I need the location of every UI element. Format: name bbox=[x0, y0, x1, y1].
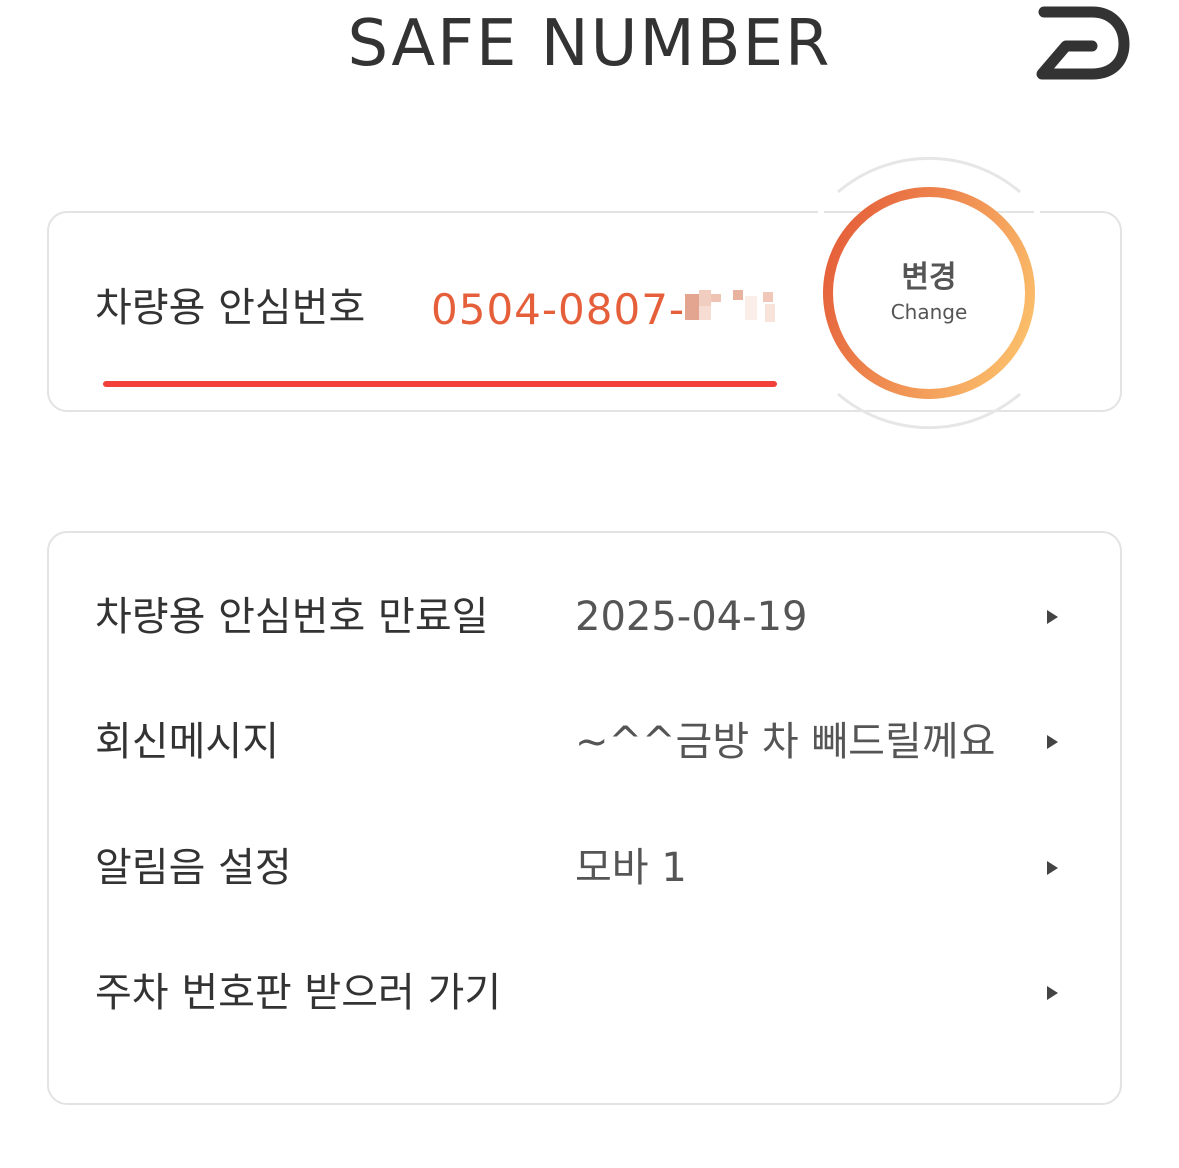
arrow-right-icon bbox=[1047, 861, 1058, 875]
setting-value: 모바 1 bbox=[575, 845, 687, 891]
setting-row-notification-sound[interactable]: 알림음 설정 모바 1 bbox=[49, 824, 1124, 914]
setting-label: 회신메시지 bbox=[95, 719, 279, 765]
d-logo-icon[interactable] bbox=[1034, 6, 1130, 80]
arrow-right-icon bbox=[1047, 610, 1058, 624]
change-button-label-ko: 변경 bbox=[901, 260, 957, 295]
arrow-right-icon bbox=[1047, 986, 1058, 1000]
change-button-label-en: Change bbox=[890, 300, 968, 324]
safe-number-screen: SAFE NUMBER 차량용 안심번호 0504-0807- 변경 Chang… bbox=[0, 0, 1179, 1168]
setting-row-reply-message[interactable]: 회신메시지 ~^^금방 차 빼드릴께요 bbox=[49, 698, 1124, 788]
masked-number-digits bbox=[685, 290, 777, 324]
number-underline bbox=[103, 381, 777, 387]
page-title: SAFE NUMBER bbox=[347, 7, 832, 81]
setting-row-expiry-date[interactable]: 차량용 안심번호 만료일 2025-04-19 bbox=[49, 573, 1124, 663]
arrow-right-icon bbox=[1047, 735, 1058, 749]
change-number-button[interactable]: 변경 Change bbox=[822, 186, 1036, 400]
setting-label: 차량용 안심번호 만료일 bbox=[95, 594, 489, 640]
setting-label: 주차 번호판 받으러 가기 bbox=[95, 970, 502, 1016]
setting-value: 2025-04-19 bbox=[575, 594, 808, 640]
settings-card: 차량용 안심번호 만료일 2025-04-19 회신메시지 ~^^금방 차 빼드… bbox=[47, 531, 1122, 1105]
safe-number-label: 차량용 안심번호 bbox=[95, 285, 366, 331]
setting-value: ~^^금방 차 빼드릴께요 bbox=[575, 719, 996, 765]
safe-number-value: 0504-0807- bbox=[431, 285, 686, 334]
setting-row-get-parking-plate[interactable]: 주차 번호판 받으러 가기 bbox=[49, 949, 1124, 1039]
setting-label: 알림음 설정 bbox=[95, 845, 292, 891]
